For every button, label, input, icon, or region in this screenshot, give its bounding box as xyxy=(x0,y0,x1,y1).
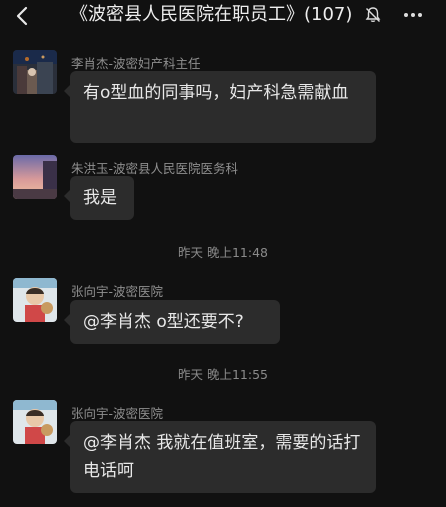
chevron-left-icon xyxy=(16,6,28,26)
bell-off-icon xyxy=(365,7,381,23)
sender-name: 李肖杰-波密妇产科主任 xyxy=(71,56,201,71)
message-row: 朱洪玉-波密县人民医院医务科 我是 xyxy=(0,155,446,225)
message-text: 有o型血的同事吗，妇产科急需献血 xyxy=(83,83,349,103)
message-text: 我是 xyxy=(83,188,117,208)
sender-name: 朱洪玉-波密县人民医院医务科 xyxy=(71,161,239,176)
more-button[interactable] xyxy=(400,4,426,26)
more-dot xyxy=(404,13,408,17)
chat-title: 《波密县人民医院在职员工》(107) xyxy=(70,4,353,25)
message-bubble[interactable]: 有o型血的同事吗，妇产科急需献血 xyxy=(64,71,376,143)
timestamp: 昨天 晚上11:48 xyxy=(178,245,268,260)
message-bubble[interactable]: @李肖杰 o型还要不? xyxy=(64,300,280,344)
message-bubble[interactable]: @李肖杰 我就在值班室，需要的话打电话呵 xyxy=(64,421,376,493)
sender-name: 张向宇-波密医院 xyxy=(71,406,164,421)
message-row: 张向宇-波密医院 @李肖杰 o型还要不? xyxy=(0,278,446,348)
more-dot xyxy=(418,13,422,17)
message-row: 张向宇-波密医院 @李肖杰 我就在值班室，需要的话打电话呵 xyxy=(0,400,446,496)
avatar[interactable] xyxy=(13,50,57,94)
message-text: @李肖杰 我就在值班室，需要的话打电话呵 xyxy=(83,433,361,481)
avatar[interactable] xyxy=(13,400,57,444)
sender-name: 张向宇-波密医院 xyxy=(71,284,164,299)
message-row: 李肖杰-波密妇产科主任 有o型血的同事吗，妇产科急需献血 xyxy=(0,50,446,146)
avatar[interactable] xyxy=(13,278,57,322)
message-text: @李肖杰 o型还要不? xyxy=(83,312,244,332)
back-button[interactable] xyxy=(8,2,36,30)
avatar[interactable] xyxy=(13,155,57,199)
more-dot xyxy=(411,13,415,17)
timestamp: 昨天 晚上11:55 xyxy=(178,367,268,382)
message-bubble[interactable]: 我是 xyxy=(64,176,134,220)
chat-header: 《波密县人民医院在职员工》(107) xyxy=(0,0,446,32)
